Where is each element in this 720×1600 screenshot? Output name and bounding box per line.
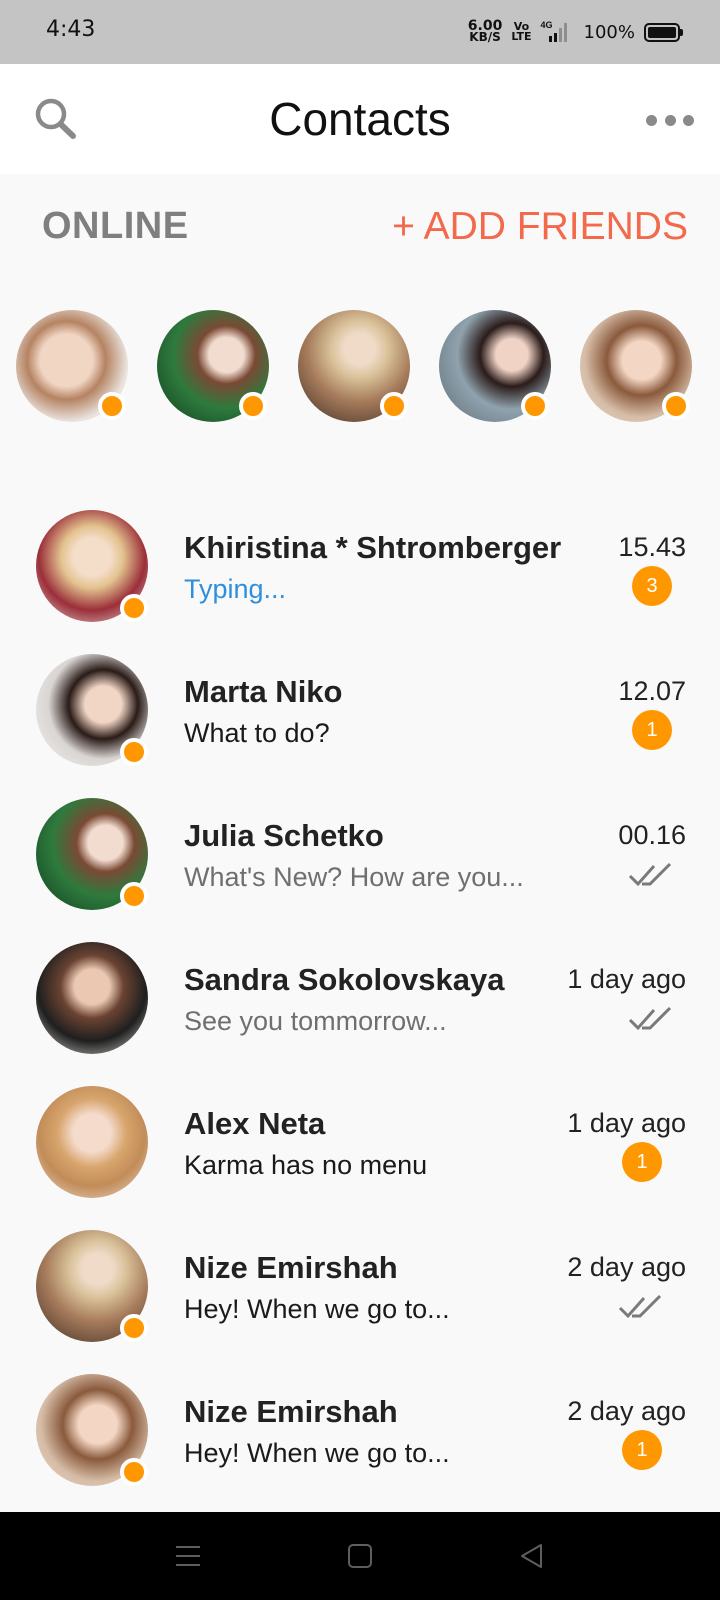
online-status-dot [120,738,148,766]
contact-name: Khiristina * Shtromberger [184,530,562,565]
more-options-icon[interactable] [646,108,694,132]
add-friends-button[interactable]: + ADD FRIENDS [392,205,688,249]
online-status-dot [662,392,690,420]
system-nav-bar [0,1512,720,1600]
signal-icon: 4G [540,20,575,42]
message-time: 2 day ago [567,1396,686,1426]
volte-bottom: LTE [511,30,532,43]
unread-badge: 1 [622,1142,662,1182]
online-avatar-4[interactable] [439,310,551,422]
online-avatar-5[interactable] [580,310,692,422]
avatar-image [36,1086,148,1198]
last-message: Typing... [184,574,287,604]
double-check-icon [628,1006,672,1031]
battery-percent: 100% [583,21,635,43]
last-message: What's New? How are you... [184,862,524,892]
avatar [36,1230,148,1342]
online-status-dot [98,392,126,420]
back-triangle-icon[interactable] [516,1540,548,1572]
online-status-dot [120,1314,148,1342]
online-status-dot [380,392,408,420]
online-status-dot [120,594,148,622]
message-time: 1 day ago [567,1108,686,1138]
message-time: 00.16 [618,820,686,850]
chat-item[interactable]: Marta Niko What to do? 12.07 1 [0,654,720,798]
avatar [36,942,148,1054]
last-message: Hey! When we go to... [184,1294,450,1324]
avatar [36,654,148,766]
last-message: Karma has no menu [184,1150,428,1180]
message-time: 1 day ago [567,964,686,994]
contact-name: Alex Neta [184,1106,326,1141]
message-time: 15.43 [618,532,686,562]
avatar [36,510,148,622]
last-message: Hey! When we go to... [184,1438,450,1468]
volte-icon: Vo LTE [511,21,532,43]
status-bar: 4:43 6.00 KB/S Vo LTE 4G 100% [0,0,720,64]
online-avatar-2[interactable] [157,310,269,422]
avatar-image [36,942,148,1054]
double-check-icon [618,1294,662,1319]
menu-icon[interactable] [172,1540,204,1572]
avatar [36,798,148,910]
chat-item[interactable]: Khiristina * Shtromberger Typing... 15.4… [0,510,720,654]
network-type: 4G [540,20,553,30]
network-speed-unit: KB/S [469,30,501,44]
online-status-dot [521,392,549,420]
contact-name: Marta Niko [184,674,343,709]
online-avatar-1[interactable] [16,310,128,422]
status-time: 4:43 [46,17,96,42]
avatar [36,1086,148,1198]
network-speed: 6.00 KB/S [468,19,503,44]
online-contacts-row [16,310,720,425]
double-check-icon [628,862,672,887]
chat-item[interactable]: Sandra Sokolovskaya See you tommorrow...… [0,942,720,1086]
online-status-dot [239,392,267,420]
message-time: 12.07 [618,676,686,706]
last-message: What to do? [184,718,330,748]
unread-badge: 3 [632,566,672,606]
contact-name: Nize Emirshah [184,1250,398,1285]
contact-name: Nize Emirshah [184,1394,398,1429]
status-icons: 6.00 KB/S Vo LTE 4G 100% [468,18,683,46]
chat-item[interactable]: Alex Neta Karma has no menu 1 day ago 1 [0,1086,720,1230]
message-time: 2 day ago [567,1252,686,1282]
avatar [36,1374,148,1486]
unread-badge: 1 [622,1430,662,1470]
chat-item[interactable]: Julia Schetko What's New? How are you...… [0,798,720,942]
last-message: See you tommorrow... [184,1006,447,1036]
chat-item[interactable]: Nize Emirshah Hey! When we go to... 2 da… [0,1374,720,1518]
online-status-dot [120,882,148,910]
battery-icon [644,22,683,42]
contact-name: Sandra Sokolovskaya [184,962,505,997]
online-avatar-3[interactable] [298,310,410,422]
unread-badge: 1 [632,710,672,750]
contact-name: Julia Schetko [184,818,384,853]
app-bar: Contacts [0,64,720,174]
home-square-icon[interactable] [344,1540,376,1572]
page-title: Contacts [269,93,451,145]
online-status-dot [120,1458,148,1486]
online-section-label: ONLINE [42,205,189,247]
chat-item[interactable]: Nize Emirshah Hey! When we go to... 2 da… [0,1230,720,1374]
